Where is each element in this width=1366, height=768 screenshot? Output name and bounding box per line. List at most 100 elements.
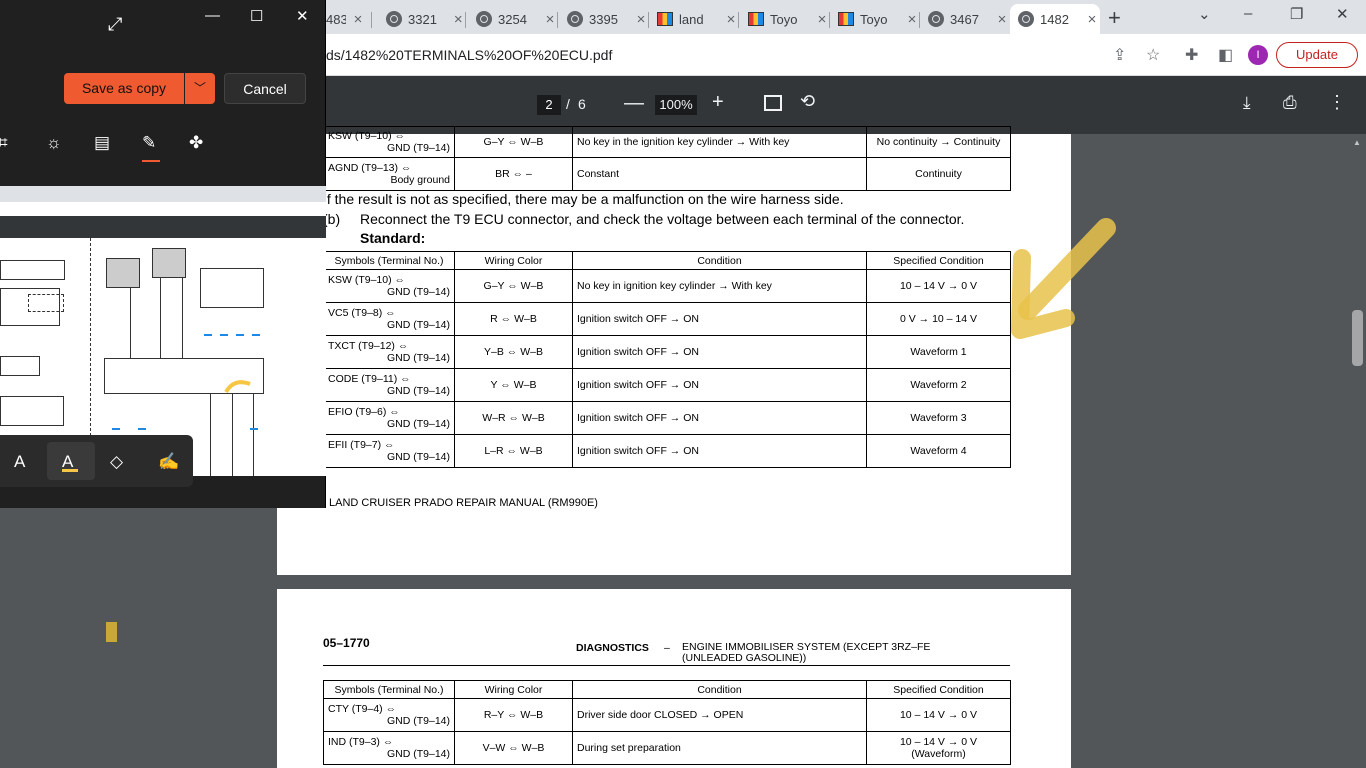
markup-editor-window: — ☐ ✕ ⤢ Save as copy ﹀ Cancel ⌗ ☼ ▤ ✎ ✤	[0, 0, 326, 508]
save-options-chevron-icon[interactable]: ﹀	[185, 73, 215, 104]
close-icon[interactable]: ×	[633, 11, 649, 28]
tab-title: 3321	[408, 11, 437, 27]
toyota-favicon-icon	[838, 12, 854, 26]
brightness-icon[interactable]: ☼	[46, 133, 62, 153]
minimize-icon[interactable]: –	[1244, 5, 1252, 22]
new-tab-button[interactable]: +	[1108, 5, 1121, 31]
active-pen-indicator	[62, 469, 78, 472]
expand-icon[interactable]: ⤢	[108, 14, 122, 35]
browser-tab[interactable]: 3467 ×	[920, 4, 1010, 34]
table-cell: 10 – 14 V → 0 V (Waveform)	[866, 731, 1011, 765]
table-cell: KSW (T9–10) ⇔ GND (T9–14)	[323, 269, 455, 303]
browser-tab[interactable]: Toyo ×	[830, 4, 920, 34]
side-panel-icon[interactable]: ◧	[1218, 45, 1233, 65]
zoom-in-icon[interactable]: +	[712, 91, 724, 114]
browser-tab[interactable]: Toyo ×	[740, 4, 830, 34]
diagram-highlight	[250, 428, 258, 430]
table-cell: EFIO (T9–6) ⇔ GND (T9–14)	[323, 401, 455, 435]
ballpoint-pen-icon[interactable]: A	[14, 452, 25, 472]
avatar[interactable]: I	[1248, 45, 1268, 65]
scrollbar-thumb[interactable]	[1352, 310, 1363, 366]
table-header-row: Symbols (Terminal No.) Wiring Color Cond…	[323, 680, 1011, 699]
active-tool-indicator	[142, 160, 160, 162]
zoom-out-icon[interactable]: —	[624, 92, 644, 115]
scroll-up-arrow-icon[interactable]: ▲	[1353, 138, 1361, 147]
close-icon[interactable]: ✕	[296, 7, 309, 25]
terminal-symbol: EFII (T9–7) ⇔	[328, 439, 395, 451]
browser-tab[interactable]: 483 ×	[326, 4, 372, 34]
close-icon[interactable]: ×	[994, 11, 1010, 28]
more-options-icon[interactable]: ⋮	[1328, 92, 1346, 113]
table-cell: No key in ignition key cylinder → With k…	[572, 269, 867, 303]
editor-image-canvas[interactable]	[0, 186, 326, 476]
bookmark-star-icon[interactable]: ☆	[1146, 45, 1160, 65]
table-cell: V–W ⇔ W–B	[454, 731, 573, 765]
section-dash: –	[664, 642, 670, 654]
touch-writing-icon[interactable]: ✍	[158, 452, 179, 472]
download-icon[interactable]: ⤓	[1243, 93, 1251, 113]
fit-to-page-icon[interactable]	[764, 95, 782, 111]
diagram-block	[0, 356, 40, 376]
browser-tab[interactable]: 3321 ×	[378, 4, 466, 34]
tab-separator	[371, 12, 372, 28]
table-cell: Constant	[572, 157, 867, 191]
terminal-symbol: VC5 (T9–8) ⇔	[328, 307, 396, 319]
table-cell: G–Y ⇔ W–B	[454, 269, 573, 303]
browser-tab[interactable]: land ×	[649, 4, 739, 34]
scrollbar-track[interactable]	[1350, 134, 1366, 768]
effects-icon[interactable]: ✤	[189, 133, 203, 153]
minimize-icon[interactable]: —	[205, 7, 220, 24]
voltage-table: Symbols (Terminal No.) Wiring Color Cond…	[323, 251, 1011, 468]
continuity-table: KSW (T9–10) ⇔ GND (T9–14) G–Y ⇔ W–B No ke…	[323, 126, 1011, 191]
close-icon[interactable]: ×	[542, 11, 558, 28]
rotate-icon[interactable]: ⟲	[800, 91, 815, 112]
maximize-icon[interactable]: ☐	[250, 7, 263, 25]
zoom-level-input[interactable]: 100%	[655, 95, 697, 115]
step-text: Reconnect the T9 ECU connector, and chec…	[360, 211, 965, 227]
terminal-ground: GND (T9–14)	[386, 385, 450, 397]
terminal-ground: GND (T9–14)	[386, 319, 450, 331]
tab-title: 483	[326, 11, 346, 27]
filter-icon[interactable]: ▤	[94, 133, 110, 153]
table-cell: R ⇔ W–B	[454, 302, 573, 336]
cancel-button[interactable]: Cancel	[224, 73, 306, 104]
column-header: Symbols (Terminal No.)	[323, 251, 455, 270]
close-icon[interactable]: ×	[904, 11, 920, 28]
markup-pen-icon[interactable]: ✎	[142, 133, 156, 153]
terminal-ground: GND (T9–14)	[386, 352, 450, 364]
spec-value: 10 – 14 V → 0 V	[899, 736, 978, 748]
table-cell: Waveform 4	[866, 434, 1011, 468]
diagram-line	[130, 288, 131, 358]
manual-footer: LAND CRUISER PRADO REPAIR MANUAL (RM990E…	[329, 497, 598, 509]
result-note: If the result is not as specified, there…	[323, 191, 844, 207]
crop-icon[interactable]: ⌗	[0, 133, 8, 153]
share-icon[interactable]: ⇪	[1113, 45, 1126, 65]
url-field[interactable]: ds/1482%20TERMINALS%20OF%20ECU.pdf	[326, 47, 612, 63]
update-button[interactable]: Update	[1276, 42, 1358, 68]
print-icon[interactable]: ⎙	[1283, 93, 1297, 113]
browser-tab-active[interactable]: 1482 ×	[1010, 4, 1100, 34]
eraser-icon[interactable]: ◇	[110, 452, 123, 472]
terminal-symbol: TXCT (T9–12) ⇔	[328, 340, 409, 352]
close-icon[interactable]: ×	[723, 11, 739, 28]
browser-tab[interactable]: 3395 ×	[559, 4, 649, 34]
tab-search-icon[interactable]: ⌄	[1198, 5, 1211, 23]
close-icon[interactable]: ×	[1084, 11, 1100, 28]
close-icon[interactable]: ×	[814, 11, 830, 28]
page-number-input[interactable]: 2	[537, 95, 561, 115]
table-header-row: Symbols (Terminal No.) Wiring Color Cond…	[323, 251, 1011, 270]
restore-icon[interactable]: ❐	[1290, 5, 1303, 23]
terminal-ground: GND (T9–14)	[386, 748, 450, 760]
browser-tab[interactable]: 3254 ×	[468, 4, 558, 34]
extensions-puzzle-icon[interactable]: ✚	[1185, 45, 1198, 65]
table-row: EFIO (T9–6) ⇔ GND (T9–14) W–R ⇔ W–B Ignit…	[323, 401, 1011, 435]
table-row: EFII (T9–7) ⇔ GND (T9–14) L–R ⇔ W–B Ignit…	[323, 434, 1011, 468]
save-as-copy-button[interactable]: Save as copy	[64, 73, 184, 104]
mini-pdf-toolbar	[0, 216, 326, 238]
table-cell: Y–B ⇔ W–B	[454, 335, 573, 369]
tab-title: land	[679, 11, 704, 27]
close-icon[interactable]: ×	[350, 11, 366, 28]
table-cell: Ignition switch OFF → ON	[572, 302, 867, 336]
close-window-icon[interactable]: ✕	[1336, 5, 1349, 23]
close-icon[interactable]: ×	[451, 11, 466, 28]
